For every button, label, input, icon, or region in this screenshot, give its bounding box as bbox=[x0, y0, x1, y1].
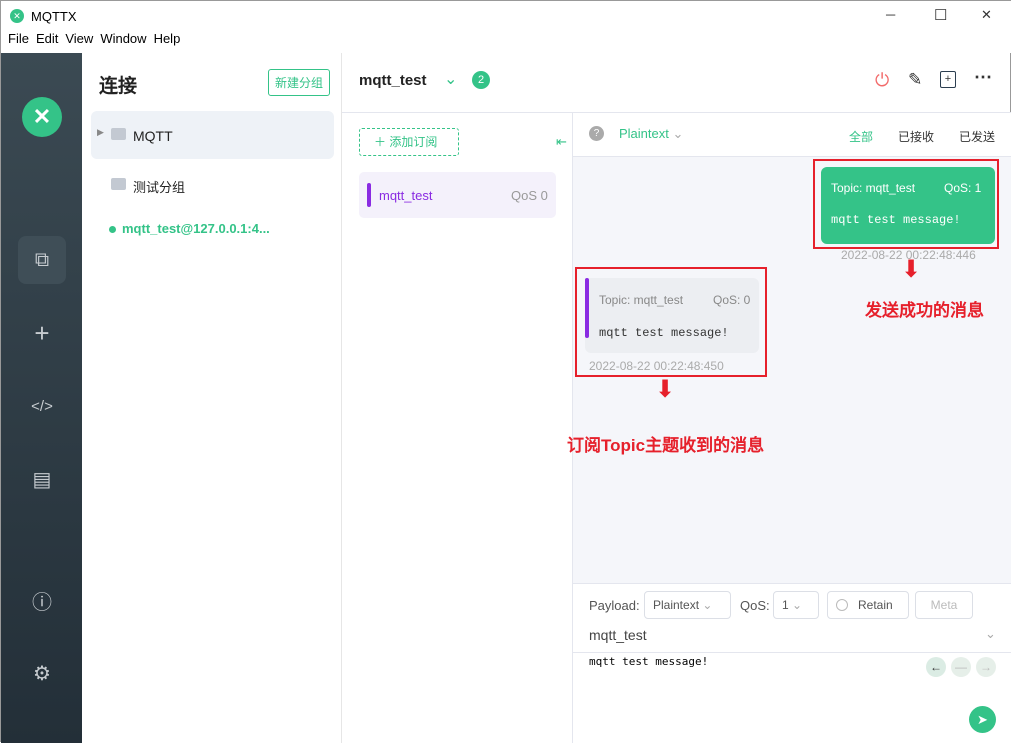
collapse-icon[interactable]: ⌄ bbox=[444, 69, 457, 89]
sidebar: ✕ ⧉ + </> ▤ ⓘ ⚙ bbox=[1, 53, 82, 743]
message-time: 2022-08-22 00:22:48:450 bbox=[589, 359, 724, 373]
connection-item[interactable]: mqtt_test@127.0.0.1:4... bbox=[109, 221, 270, 236]
menu-edit[interactable]: Edit bbox=[36, 31, 58, 46]
filter-all[interactable]: 全部 bbox=[849, 128, 873, 145]
payload-input[interactable]: mqtt test message! bbox=[589, 655, 708, 668]
history-forward-icon[interactable]: → bbox=[976, 657, 996, 677]
group-label: 测试分组 bbox=[133, 180, 186, 195]
filter-received[interactable]: 已接收 bbox=[898, 128, 934, 145]
retain-checkbox[interactable]: Retain bbox=[827, 591, 909, 619]
connection-list: 连接 新建分组 ▶ MQTT 测试分组 mqtt_test@127.0.0.1:… bbox=[82, 53, 342, 743]
subscription-item[interactable]: mqtt_test QoS 0 bbox=[359, 172, 556, 218]
connection-label: mqtt_test@127.0.0.1:4... bbox=[122, 221, 270, 236]
message-payload: mqtt test message! bbox=[599, 326, 729, 340]
qos-select[interactable]: 1 ⌄ bbox=[773, 591, 819, 619]
menu-view[interactable]: View bbox=[65, 31, 93, 46]
group-test[interactable]: 测试分组 bbox=[91, 168, 334, 202]
send-button[interactable]: ➤ bbox=[969, 706, 996, 733]
payload-format-value: Plaintext bbox=[653, 598, 700, 612]
title-bar: ✕ MQTTX ─ ☐ ✕ bbox=[1, 1, 1011, 31]
subscription-qos: QoS 0 bbox=[511, 188, 548, 203]
more-icon[interactable]: ⋯ bbox=[974, 67, 992, 88]
arrow-down-icon: ⬇ bbox=[655, 376, 676, 403]
menu-help[interactable]: Help bbox=[154, 31, 181, 46]
settings-icon[interactable]: ⚙ bbox=[18, 649, 66, 697]
add-subscription-button[interactable]: ＋ 添加订阅 bbox=[359, 128, 459, 156]
received-annotation: 订阅Topic主题收到的消息 bbox=[567, 436, 765, 455]
received-message: Topic: mqtt_test QoS: 0 mqtt test messag… bbox=[585, 278, 759, 353]
subscription-topic: mqtt_test bbox=[379, 188, 433, 203]
history-back-icon[interactable]: ← bbox=[926, 657, 946, 677]
collapse-list-icon[interactable]: ⇤ bbox=[556, 134, 567, 150]
topic-input[interactable]: mqtt_test bbox=[589, 627, 647, 643]
radio-icon bbox=[836, 599, 848, 611]
format-select[interactable]: Plaintext ⌄ bbox=[619, 126, 683, 142]
connection-header: mqtt_test ⌄ 2 ⏻ ✎ + ⋯ bbox=[342, 53, 1011, 113]
payload-format-select[interactable]: Plaintext ⌄ bbox=[644, 591, 731, 619]
info-icon[interactable]: ⓘ bbox=[18, 576, 66, 624]
group-mqtt[interactable]: ▶ MQTT bbox=[91, 111, 334, 159]
message-topic: Topic: mqtt_test bbox=[599, 293, 684, 307]
window-title: MQTTX bbox=[31, 9, 77, 24]
meta-button[interactable]: Meta bbox=[915, 591, 973, 619]
minimize-button[interactable]: ─ bbox=[886, 7, 895, 22]
online-dot-icon bbox=[109, 226, 116, 234]
caret-right-icon: ▶ bbox=[97, 127, 104, 137]
payload-label: Payload: bbox=[589, 598, 640, 613]
history-reset-icon[interactable]: — bbox=[951, 657, 971, 677]
app-logo-icon: ✕ bbox=[10, 9, 24, 23]
count-badge: 2 bbox=[472, 71, 490, 89]
code-icon[interactable]: </> bbox=[18, 382, 66, 430]
sent-message: Topic: mqtt_test QoS: 1 mqtt test messag… bbox=[821, 167, 995, 244]
message-topic: Topic: mqtt_test bbox=[831, 181, 916, 195]
message-payload: mqtt test message! bbox=[831, 213, 961, 227]
plus-icon[interactable]: + bbox=[18, 309, 66, 357]
folder-icon bbox=[111, 178, 126, 190]
menu-window[interactable]: Window bbox=[100, 31, 146, 46]
meta-label: Meta bbox=[930, 598, 958, 612]
close-button[interactable]: ✕ bbox=[981, 7, 992, 23]
edit-icon[interactable]: ✎ bbox=[908, 70, 922, 90]
subscription-color-bar bbox=[367, 183, 371, 207]
chevron-down-icon[interactable]: ⌄ bbox=[985, 626, 996, 642]
message-list: ? Plaintext ⌄ 全部 已接收 已发送 Topic: mqtt_tes… bbox=[567, 113, 1011, 583]
message-qos: QoS: 1 bbox=[944, 181, 982, 195]
qos-label: QoS: bbox=[740, 598, 770, 613]
help-icon[interactable]: ? bbox=[589, 126, 604, 141]
filter-sent[interactable]: 已发送 bbox=[959, 128, 995, 145]
message-toolbar: ? Plaintext ⌄ 全部 已接收 已发送 bbox=[573, 113, 1011, 157]
retain-label: Retain bbox=[858, 598, 893, 612]
connections-icon[interactable]: ⧉ bbox=[18, 236, 66, 284]
new-window-icon[interactable]: + bbox=[940, 71, 956, 88]
maximize-button[interactable]: ☐ bbox=[934, 6, 947, 24]
format-value: Plaintext bbox=[619, 126, 669, 141]
mqttx-logo-icon: ✕ bbox=[22, 97, 62, 137]
menu-file[interactable]: File bbox=[8, 31, 29, 46]
add-subscription-label: 添加订阅 bbox=[389, 135, 438, 149]
log-icon[interactable]: ▤ bbox=[18, 455, 66, 503]
subscriptions-panel: ＋ 添加订阅 ⇤ mqtt_test QoS 0 bbox=[342, 113, 573, 743]
new-group-button[interactable]: 新建分组 bbox=[268, 69, 331, 96]
sent-annotation: 发送成功的消息 bbox=[865, 301, 984, 320]
connections-title: 连接 bbox=[99, 76, 138, 97]
arrow-down-icon: ⬇ bbox=[901, 256, 922, 283]
menu-bar: File Edit View Window Help bbox=[1, 31, 1011, 53]
folder-icon bbox=[111, 128, 126, 140]
subscription-color-bar bbox=[585, 278, 589, 338]
disconnect-icon[interactable]: ⏻ bbox=[875, 70, 889, 91]
group-label: MQTT bbox=[133, 128, 173, 144]
qos-value: 1 bbox=[782, 598, 789, 612]
composer: Payload: Plaintext ⌄ QoS: 1 ⌄ Retain Met… bbox=[573, 583, 1011, 743]
connection-name: mqtt_test bbox=[359, 72, 427, 89]
message-qos: QoS: 0 bbox=[713, 293, 751, 307]
